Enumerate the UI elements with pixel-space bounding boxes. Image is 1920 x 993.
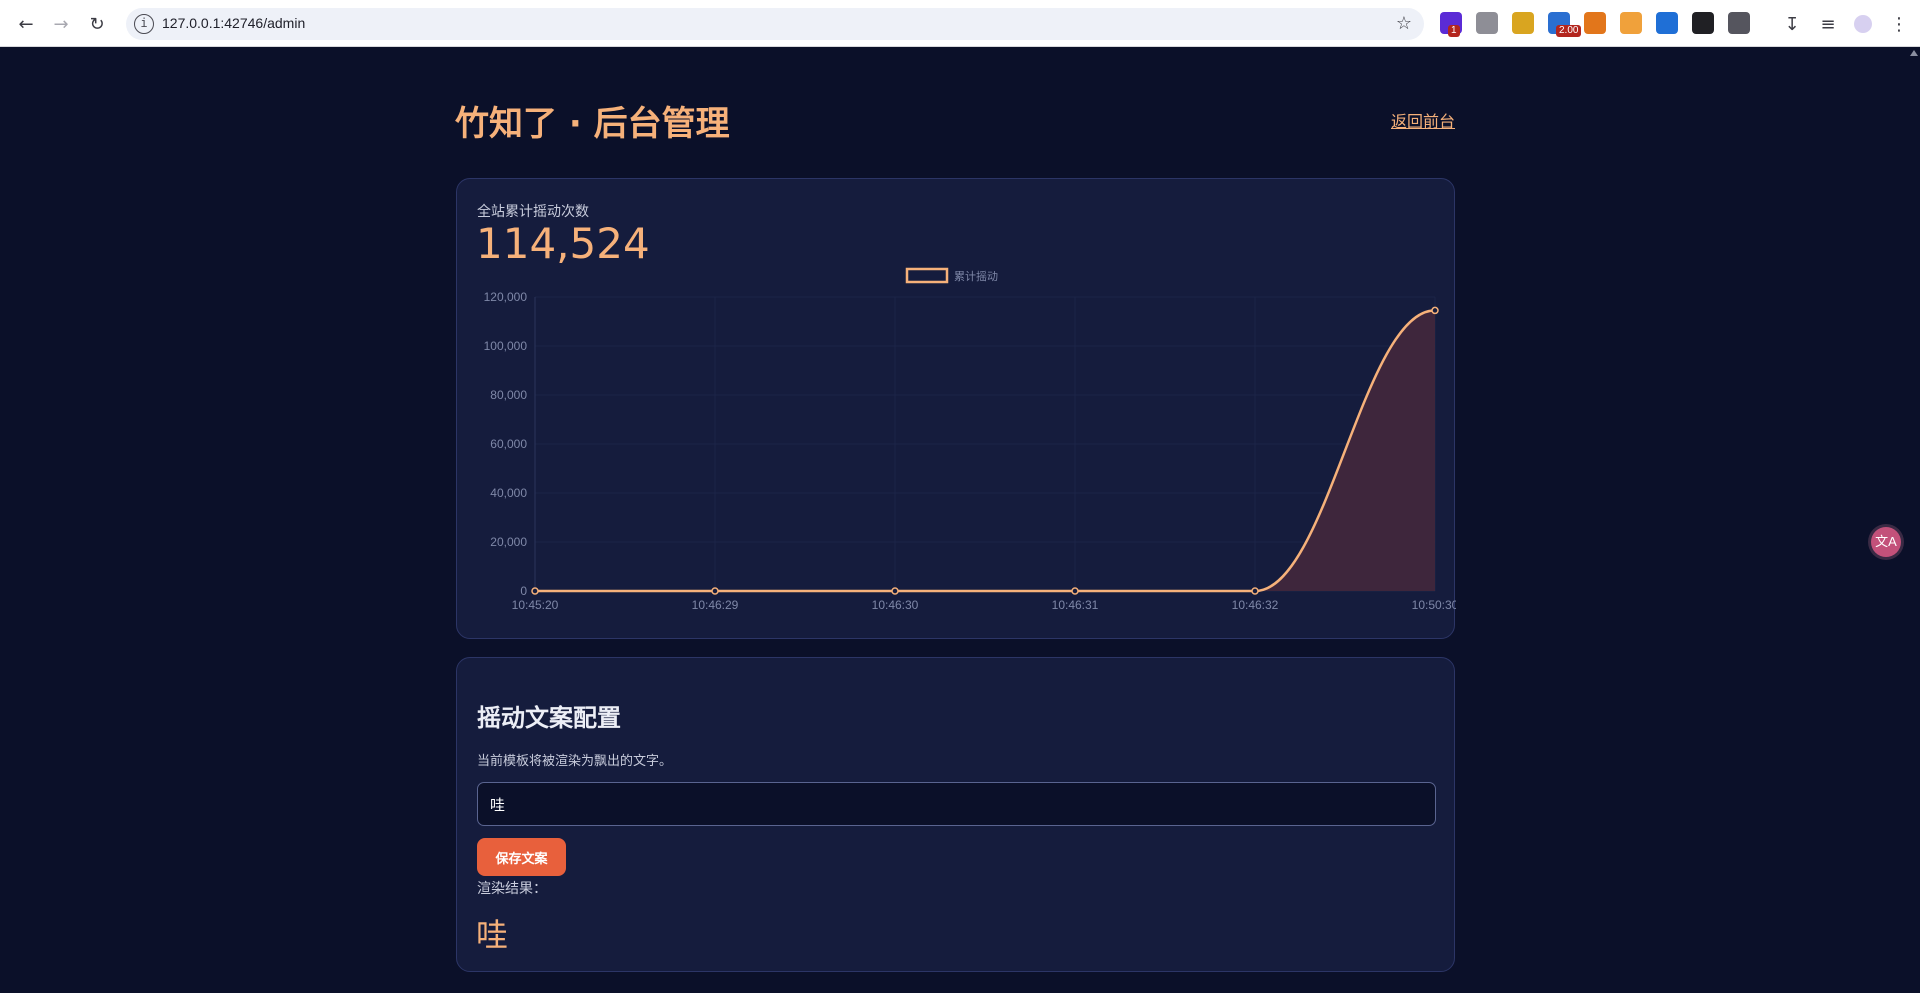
data-point xyxy=(711,587,719,595)
legend-swatch xyxy=(905,267,949,284)
page-title: 竹知了 · 后台管理 xyxy=(455,104,730,144)
scroll-up-arrow-icon[interactable] xyxy=(1910,50,1918,56)
data-point xyxy=(1251,587,1259,595)
reload-icon[interactable]: ↻ xyxy=(84,11,110,37)
x-tick-label: 10:46:31 xyxy=(1052,598,1099,612)
y-tick-label: 80,000 xyxy=(490,388,527,402)
x-tick-label: 10:46:30 xyxy=(872,598,919,612)
translate-float-icon[interactable]: 文A xyxy=(1871,527,1901,557)
browser-toolbar: ← → ↻ i 127.0.0.1:42746/admin ☆ 1 2.00 ↧ … xyxy=(0,0,1920,47)
legend-label: 累计摇动 xyxy=(954,269,998,283)
x-tick-label: 10:46:32 xyxy=(1232,598,1279,612)
series-line xyxy=(535,309,1436,593)
bookmark-star-icon[interactable]: ☆ xyxy=(1396,13,1412,34)
extension-z-icon[interactable] xyxy=(1656,12,1678,34)
data-point xyxy=(891,587,899,595)
profile-avatar[interactable] xyxy=(1850,11,1876,37)
address-bar[interactable]: i 127.0.0.1:42746/admin ☆ xyxy=(126,8,1424,40)
shakes-chart: 0 20,000 40,000 60,000 80,000 100,000 120,000 1… xyxy=(484,267,1456,612)
extension-face-icon[interactable] xyxy=(1692,12,1714,34)
extension-cat-icon[interactable] xyxy=(1512,12,1534,34)
y-tick-label: 20,000 xyxy=(490,535,527,549)
y-tick-label: 60,000 xyxy=(490,437,527,451)
site-info-icon[interactable]: i xyxy=(134,14,154,34)
y-tick-label: 120,000 xyxy=(484,290,528,304)
address-url[interactable]: 127.0.0.1:42746/admin xyxy=(162,15,305,31)
data-point xyxy=(1431,306,1439,315)
forward-arrow-icon[interactable]: → xyxy=(48,11,74,37)
data-point xyxy=(1071,587,1079,595)
series-area-fill xyxy=(535,310,1435,591)
extension-badge: 2.00 xyxy=(1556,25,1582,37)
media-control-icon[interactable]: ≡ xyxy=(1815,11,1841,37)
x-tick-label: 10:45:20 xyxy=(512,598,559,612)
data-point xyxy=(531,587,539,595)
render-result-label: 渲染结果： xyxy=(477,881,547,897)
scrollbar[interactable] xyxy=(1905,47,1920,993)
extension-metamask-icon[interactable] xyxy=(1584,12,1606,34)
x-tick-label: 10:50:30 xyxy=(1412,598,1456,612)
y-tick-label: 100,000 xyxy=(484,339,528,353)
menu-kebab-icon[interactable]: ⋮ xyxy=(1886,11,1912,37)
config-title: 摇动文案配置 xyxy=(477,704,621,732)
config-card: 摇动文案配置 当前模板将被渲染为飘出的文字。 保存文案 渲染结果： 哇 xyxy=(456,657,1455,972)
back-arrow-icon[interactable]: ← xyxy=(13,11,39,37)
extension-orange-icon[interactable] xyxy=(1620,12,1642,34)
x-tick-label: 10:46:29 xyxy=(692,598,739,612)
extension-badge: 1 xyxy=(1448,25,1460,37)
y-tick-label: 40,000 xyxy=(490,486,527,500)
download-icon[interactable]: ↧ xyxy=(1779,11,1805,37)
config-description: 当前模板将被渲染为飘出的文字。 xyxy=(477,754,673,769)
back-to-front-link[interactable]: 返回前台 xyxy=(1391,108,1455,132)
extension-puzzle-icon[interactable] xyxy=(1728,12,1750,34)
render-result-value: 哇 xyxy=(476,916,509,954)
stats-card: 全站累计摇动次数 114,524 0 20,000 40,000 60,000 80,0… xyxy=(456,178,1456,639)
extension-vue-icon[interactable] xyxy=(1476,12,1498,34)
template-input[interactable] xyxy=(477,782,1436,826)
save-template-button[interactable]: 保存文案 xyxy=(477,838,566,876)
y-tick-label: 0 xyxy=(520,584,527,598)
